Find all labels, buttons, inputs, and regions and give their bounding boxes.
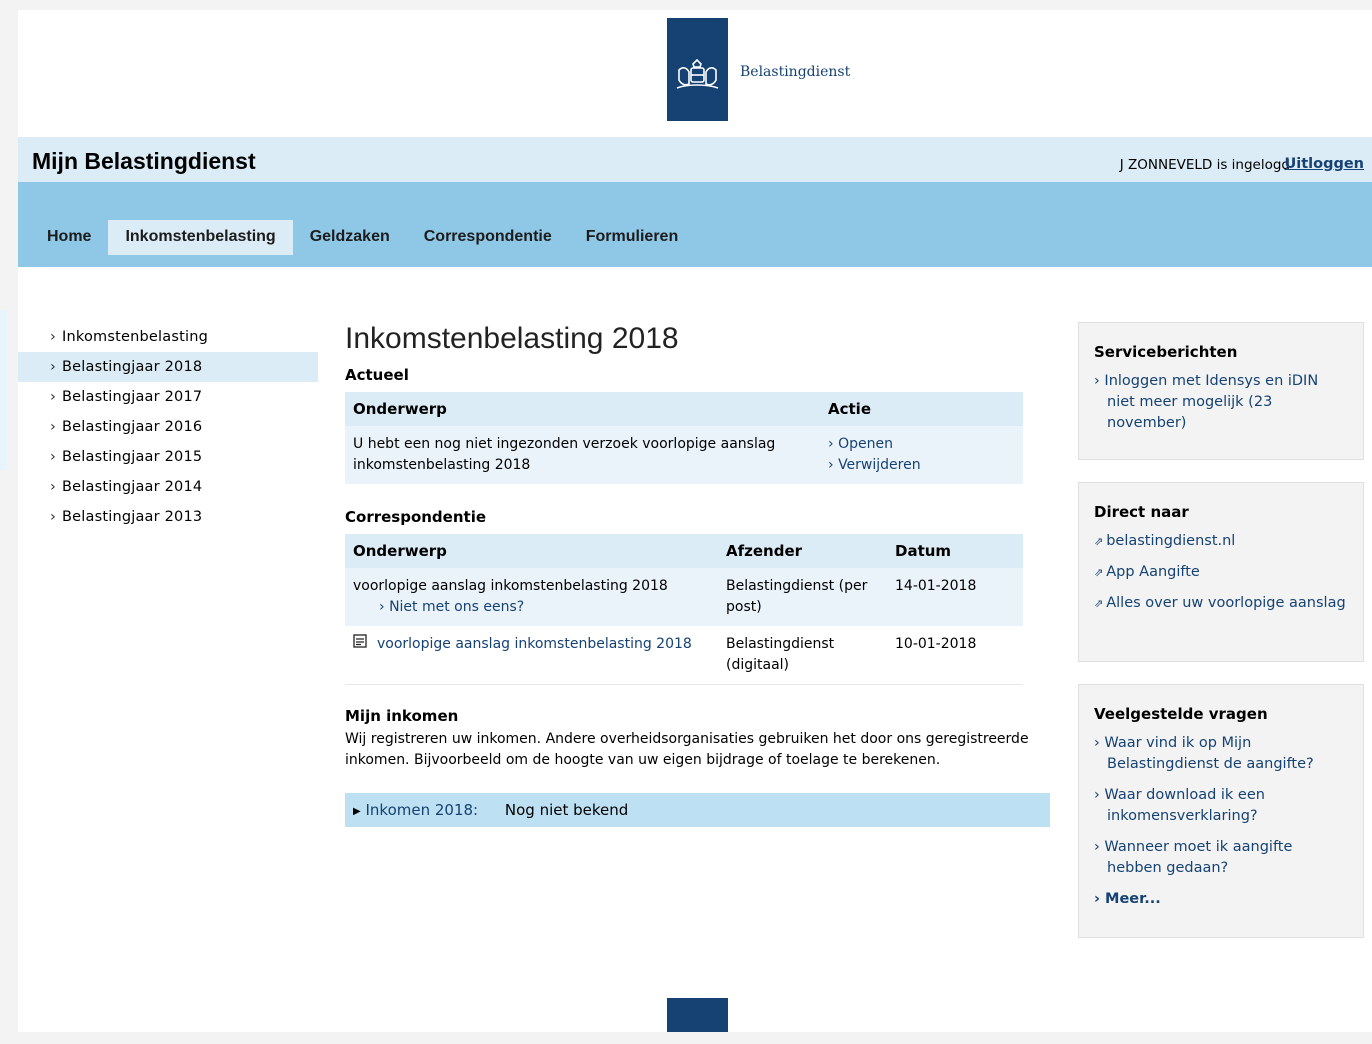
chevron-right-icon: › [50,359,56,375]
delete-label: Verwijderen [838,457,921,473]
sidebar-item-2017[interactable]: › Belastingjaar 2017 [18,382,318,412]
logo[interactable] [667,18,728,121]
chevron-right-icon: › [50,479,56,495]
external-link-icon: ⇗ [1094,535,1104,548]
panel-title: Serviceberichten [1094,343,1238,361]
tab-home[interactable]: Home [30,220,108,255]
sidebar-item-inkomstenbelasting[interactable]: › Inkomstenbelasting [18,322,318,352]
sidebar-item-2018[interactable]: › Belastingjaar 2018 [18,352,318,382]
sidebar-item-2014[interactable]: › Belastingjaar 2014 [18,472,318,502]
delete-link[interactable]: › Verwijderen [828,455,1015,476]
sidebar-item-2015[interactable]: › Belastingjaar 2015 [18,442,318,472]
external-link[interactable]: ⇗ Alles over uw voorlopige aanslag [1094,593,1349,614]
account-bar: Mijn Belastingdienst J ZONNEVELD is inge… [18,137,1372,182]
nav-tabs: Home Inkomstenbelasting Geldzaken Corres… [30,220,695,267]
triangle-right-icon: ▶ [353,806,361,817]
tab-formulieren[interactable]: Formulieren [569,220,695,255]
chevron-right-icon: › [50,419,56,435]
external-link-icon: ⇗ [1094,566,1104,579]
tab-geldzaken[interactable]: Geldzaken [293,220,407,255]
document-icon [353,634,371,655]
sidebar: › Inkomstenbelasting › Belastingjaar 2018 … [18,322,318,532]
section-heading-correspondentie: Correspondentie [345,508,487,526]
panel-title: Veelgestelde vragen [1094,705,1268,723]
tab-inkomstenbelasting[interactable]: Inkomstenbelasting [108,220,293,255]
main-navigation: Home Inkomstenbelasting Geldzaken Corres… [18,182,1372,267]
faq-link-label: Waar vind ik op Mijn Belastingdienst de … [1104,735,1314,772]
correspondence-date: 10-01-2018 [887,626,1023,685]
faq-more-link[interactable]: › Meer... [1094,889,1349,910]
external-link-label: Alles over uw voorlopige aanslag [1106,595,1346,611]
faq-link[interactable]: › Waar vind ik op Mijn Belastingdienst d… [1094,733,1349,775]
column-header-afzender: Afzender [718,534,887,568]
service-panel: Serviceberichten › Inloggen met Idensys … [1078,322,1364,460]
correspondence-sender: Belastingdienst (digitaal) [718,626,887,685]
main-content: Inkomstenbelasting 2018 Actueel Onderwer… [345,322,1050,827]
table-row: voorlopige aanslag inkomstenbelasting 20… [345,626,1023,685]
left-edge-strip [0,310,7,470]
tab-correspondentie[interactable]: Correspondentie [407,220,569,255]
faq-more-label: Meer... [1105,891,1161,907]
correspondentie-table: Onderwerp Afzender Datum voorlopige aans… [345,534,1023,685]
open-link[interactable]: › Openen [828,434,1015,455]
disagree-label: Niet met ons eens? [389,599,525,615]
inkomen-value: Nog niet bekend [504,801,629,819]
sidebar-item-label: Belastingjaar 2017 [62,389,203,405]
coat-of-arms-icon [676,58,719,89]
sidebar-item-2013[interactable]: › Belastingjaar 2013 [18,502,318,532]
external-link-label: App Aangifte [1106,564,1200,580]
sidebar-item-label: Belastingjaar 2013 [62,509,203,525]
chevron-right-icon: › [50,329,56,345]
external-link[interactable]: ⇗ App Aangifte [1094,562,1349,583]
sidebar-item-label: Belastingjaar 2016 [62,419,203,435]
external-link[interactable]: ⇗ belastingdienst.nl [1094,531,1349,552]
correspondence-date: 14-01-2018 [887,568,1023,626]
sidebar-item-label: Inkomstenbelasting [62,329,208,345]
footer-logo-block [667,998,728,1032]
page-title: Inkomstenbelasting 2018 [345,322,679,355]
column-header-onderwerp: Onderwerp [345,392,820,426]
service-link[interactable]: › Inloggen met Idensys en iDIN niet meer… [1094,371,1349,434]
chevron-right-icon: › [50,449,56,465]
faq-link-label: Wanneer moet ik aangifte hebben gedaan? [1104,839,1293,876]
panel-title: Direct naar [1094,503,1189,521]
page: Belastingdienst Mijn Belastingdienst J Z… [18,10,1372,1032]
sidebar-item-label: Belastingjaar 2018 [62,359,203,375]
faq-panel: Veelgestelde vragen › Waar vind ik op Mi… [1078,684,1364,938]
sidebar-item-2016[interactable]: › Belastingjaar 2016 [18,412,318,442]
faq-link[interactable]: › Wanneer moet ik aangifte hebben gedaan… [1094,837,1349,879]
brand-header: Belastingdienst [18,10,1372,137]
external-link-icon: ⇗ [1094,597,1104,610]
sidebar-item-label: Belastingjaar 2015 [62,449,203,465]
table-row: voorlopige aanslag inkomstenbelasting 20… [345,568,1023,626]
column-header-datum: Datum [887,534,1023,568]
actueel-table: Onderwerp Actie U hebt een nog niet inge… [345,392,1023,484]
site-title: Mijn Belastingdienst [32,148,256,174]
inkomen-label: Inkomen 2018: [365,801,479,819]
logged-in-user: J ZONNEVELD is ingelogd [1119,157,1290,173]
service-link-label: Inloggen met Idensys en iDIN niet meer m… [1104,373,1319,431]
open-label: Openen [838,436,893,452]
actueel-subject: U hebt een nog niet ingezonden verzoek v… [345,426,820,484]
inkomen-description: Wij registreren uw inkomen. Andere overh… [345,731,1029,768]
disagree-link[interactable]: › Niet met ons eens? [353,597,710,618]
logout-link[interactable]: Uitloggen [1284,156,1364,172]
correspondence-document-link[interactable]: voorlopige aanslag inkomstenbelasting 20… [377,634,697,655]
faq-link-label: Waar download ik een inkomensverklaring? [1104,787,1265,824]
sidebar-item-label: Belastingjaar 2014 [62,479,203,495]
section-heading-inkomen: Mijn inkomen [345,707,459,725]
correspondence-subject: voorlopige aanslag inkomstenbelasting 20… [353,578,668,594]
correspondence-sender: Belastingdienst (per post) [718,568,887,626]
column-header-onderwerp: Onderwerp [345,534,718,568]
table-row: U hebt een nog niet ingezonden verzoek v… [345,426,1023,484]
external-link-label: belastingdienst.nl [1106,533,1236,549]
brand-name: Belastingdienst [740,64,851,80]
inkomen-toggle[interactable]: ▶ Inkomen 2018: Nog niet bekend [345,793,1050,827]
chevron-right-icon: › [50,509,56,525]
direct-panel: Direct naar ⇗ belastingdienst.nl ⇗ App Aan… [1078,482,1364,662]
faq-link[interactable]: › Waar download ik een inkomensverklarin… [1094,785,1349,827]
column-header-actie: Actie [820,392,1023,426]
section-heading-actueel: Actueel [345,366,409,384]
chevron-right-icon: › [50,389,56,405]
